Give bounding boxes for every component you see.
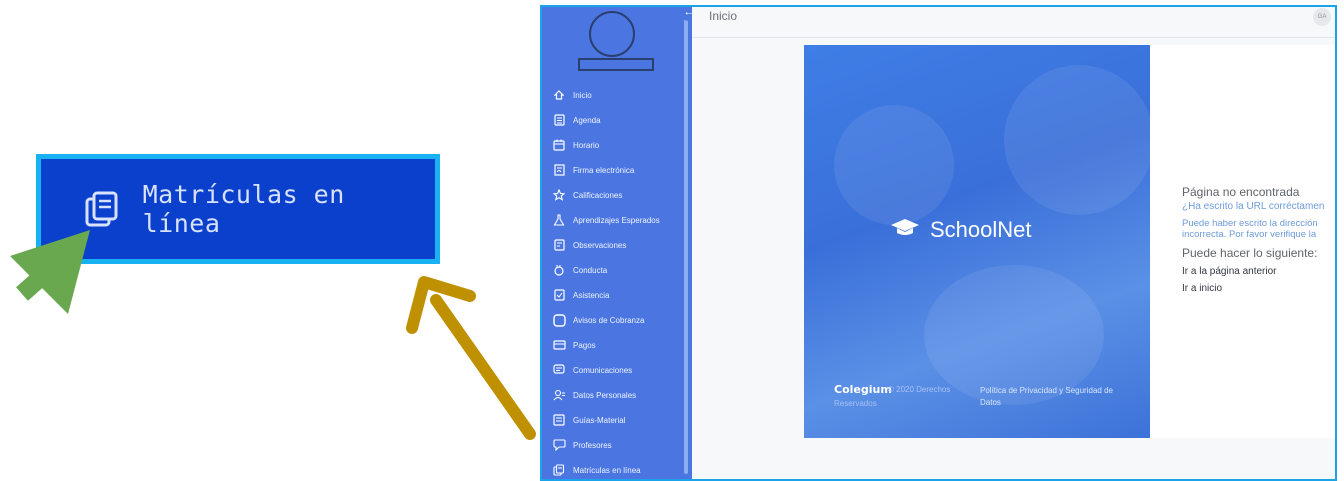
sidebar-item-horario[interactable]: Horario — [552, 135, 599, 155]
hand-icon — [552, 263, 566, 277]
agenda-icon — [552, 113, 566, 127]
graduation-cap-icon — [890, 217, 920, 243]
sidebar-item-asistencia[interactable]: Asistencia — [552, 285, 609, 305]
sidebar-item-label: Asistencia — [573, 290, 610, 300]
sidebar-item-label: Aprendizajes Esperados — [573, 215, 660, 225]
logo-text: SchoolNet — [930, 217, 1032, 242]
schoolnet-logo: SchoolNet — [890, 217, 1032, 243]
sidebar-item-label: Pagos — [573, 340, 596, 350]
sidebar-item-observaciones[interactable]: Observaciones — [552, 235, 626, 255]
sidebar-item-conducta[interactable]: Conducta — [552, 260, 607, 280]
sidebar-item-inicio[interactable]: Inicio — [552, 85, 592, 105]
back-link[interactable]: Ir a la página anterior — [1182, 266, 1277, 277]
sidebar-item-label: Agenda — [573, 115, 601, 125]
sidebar-item-label: Horario — [573, 140, 600, 150]
sidebar-scrollbar[interactable] — [684, 19, 688, 474]
topbar — [692, 7, 1335, 38]
user-avatar[interactable]: GA — [1313, 8, 1331, 26]
sidebar-item-firma[interactable]: Firma electrónica — [552, 160, 634, 180]
card-icon — [552, 338, 566, 352]
sidebar-item-guias[interactable]: Guías-Material — [552, 410, 625, 430]
sidebar-item-label: Comunicaciones — [573, 365, 633, 375]
message-icon — [552, 363, 566, 377]
footer-reserved: Reservados — [834, 399, 877, 408]
sidebar-item-label: Conducta — [573, 265, 608, 275]
star-icon — [552, 188, 566, 202]
error-hint: incorrecta. Por favor verifique la — [1182, 229, 1317, 240]
error-title: Página no encontrada — [1182, 185, 1300, 199]
user-icon — [552, 388, 566, 402]
sidebar-item-calificaciones[interactable]: Calificaciones — [552, 185, 622, 205]
sidebar-item-label: Calificaciones — [573, 190, 623, 200]
signature-icon — [552, 163, 566, 177]
avatar[interactable] — [589, 11, 635, 57]
breadcrumb: Inicio — [709, 9, 738, 23]
footer-copyright: © 2020 Derechos — [888, 385, 951, 394]
sidebar-item-matriculas[interactable]: Matrículas en línea — [552, 460, 641, 479]
sidebar-item-label: Firma electrónica — [573, 165, 635, 175]
hero-panel: SchoolNet Colegium © 2020 Derechos Reser… — [804, 45, 1150, 438]
guide-icon — [552, 413, 566, 427]
hero-photo-shape — [1004, 65, 1150, 215]
green-arrow — [10, 230, 90, 314]
sidebar-item-label: Observaciones — [573, 240, 627, 250]
sidebar-item-label: Profesores — [573, 440, 612, 450]
hero-photo-shape — [924, 265, 1104, 405]
sidebar-item-comunicaciones[interactable]: Comunicaciones — [552, 360, 632, 380]
checklist-icon — [552, 288, 566, 302]
sidebar-item-datos[interactable]: Datos Personales — [552, 385, 636, 405]
chat-icon — [552, 438, 566, 452]
sidebar-item-label: Guías-Material — [573, 415, 626, 425]
home-icon — [552, 88, 566, 102]
error-suggest: Puede hacer lo siguiente: — [1182, 246, 1318, 260]
colegium-logo: Colegium — [834, 383, 892, 396]
sidebar-item-agenda[interactable]: Agenda — [552, 110, 601, 130]
error-panel: Página no encontrada ¿Ha escrito la URL … — [1150, 45, 1335, 438]
privacy-link[interactable]: Política de Privacidad y Seguridad de Da… — [980, 385, 1120, 409]
hero-photo-shape — [834, 105, 954, 225]
error-question: ¿Ha escrito la URL corréctamen — [1182, 201, 1325, 212]
sidebar-item-pagos[interactable]: Pagos — [552, 335, 596, 355]
user-name-placeholder — [578, 58, 654, 71]
flask-icon — [552, 213, 566, 227]
notice-icon — [552, 313, 566, 327]
app-window: Inicio Agenda Horario Firma electrónica … — [540, 5, 1337, 481]
sidebar-item-label: Matrículas en línea — [573, 465, 641, 475]
calendar-icon — [552, 138, 566, 152]
sidebar-item-profesores[interactable]: Profesores — [552, 435, 612, 455]
sidebar-item-avisos[interactable]: Avisos de Cobranza — [552, 310, 644, 330]
sidebar-item-aprendizajes[interactable]: Aprendizajes Esperados — [552, 210, 660, 230]
note-icon — [552, 238, 566, 252]
error-hint: Puede haber escrito la dirección — [1182, 218, 1318, 229]
enrollment-icon — [552, 463, 566, 477]
sidebar-item-label: Avisos de Cobranza — [573, 315, 645, 325]
sidebar-item-label: Datos Personales — [573, 390, 637, 400]
gold-arrow — [406, 276, 536, 440]
sidebar: Inicio Agenda Horario Firma electrónica … — [542, 7, 692, 479]
sidebar-item-label: Inicio — [573, 90, 592, 100]
home-link[interactable]: Ir a inicio — [1182, 283, 1222, 294]
